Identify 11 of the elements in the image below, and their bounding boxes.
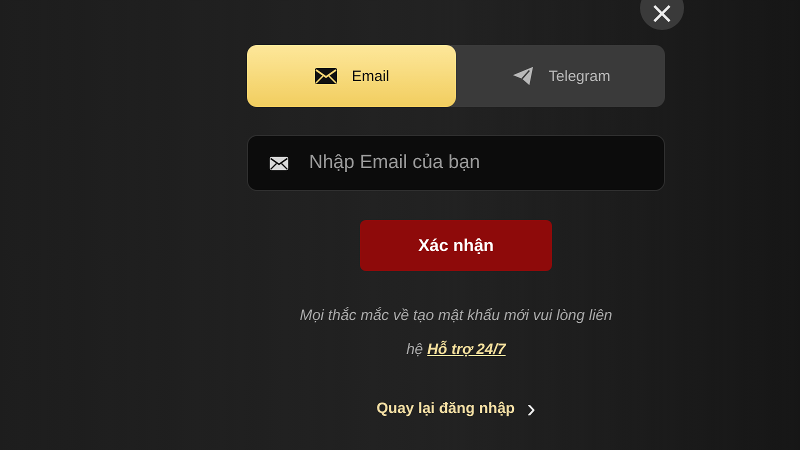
confirm-button[interactable]: Xác nhận [360, 220, 552, 271]
help-text: Mọi thắc mắc về tạo mật khẩu mới vui lòng liên hệ Hỗ trợ 24/7 [298, 306, 614, 360]
close-button[interactable]: × [640, 0, 684, 30]
paper-plane-icon [510, 66, 535, 86]
envelope-icon [314, 66, 338, 86]
back-to-login-link[interactable]: Quay lại đăng nhập › [376, 397, 536, 419]
tab[interactable]: Telegram [456, 45, 665, 107]
email-field[interactable]: Nhập Email của bạn [247, 135, 665, 191]
support-link[interactable]: Hỗ trợ 24/7 [427, 341, 506, 358]
chevron-icon: › [526, 397, 536, 419]
tab[interactable]: Email [247, 45, 456, 107]
